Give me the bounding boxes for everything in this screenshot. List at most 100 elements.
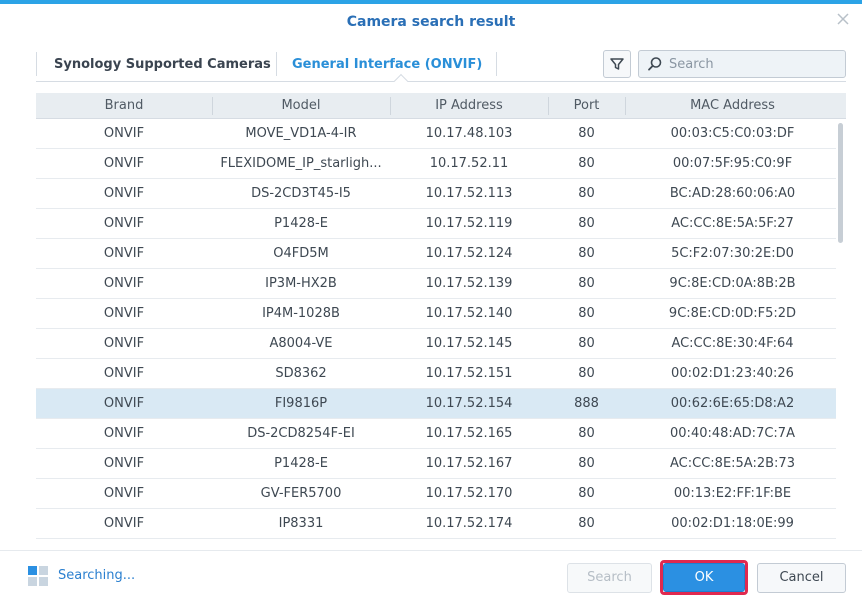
cell-mac-address: AC:CC:8E:5A:5F:27: [671, 216, 794, 231]
cell-ip-address: 10.17.52.140: [425, 306, 513, 321]
cell-brand: ONVIF: [103, 336, 145, 351]
search-box[interactable]: [638, 50, 846, 78]
table-row[interactable]: ONVIF P1428-E 10.17.52.167 80 AC:CC:8E:5A:2B…: [36, 449, 836, 479]
cell-ip-address: 10.17.52.145: [425, 336, 513, 351]
searching-icon-square: [28, 566, 37, 575]
cell-mac-address: 9C:8E:CD:0A:8B:2B: [669, 276, 796, 291]
tab-separator: [276, 52, 277, 76]
cell-ip-address: 10.17.52.113: [425, 186, 513, 201]
filter-button[interactable]: [603, 50, 631, 78]
cell-ip-address: 10.17.48.103: [425, 126, 513, 141]
table-row[interactable]: ONVIF FI9816P 10.17.52.154 888 00:62:6E:65:D…: [36, 389, 836, 419]
table-header: Brand Model IP Address Port MAC Address: [36, 93, 846, 119]
search-button[interactable]: Search: [567, 563, 652, 593]
cell-port: 80: [578, 186, 595, 201]
column-header-brand[interactable]: Brand: [36, 93, 212, 119]
tab-synology-supported-cameras[interactable]: Synology Supported Cameras: [40, 50, 285, 80]
table-row[interactable]: ONVIF FLEXIDOME_IP_starligh... 10.17.52.11…: [36, 149, 836, 179]
table-row[interactable]: ONVIF P1428-E 10.17.52.119 80 AC:CC:8E:5A:5F…: [36, 209, 836, 239]
column-header-mac-address[interactable]: MAC Address: [625, 93, 840, 119]
cell-mac-address: 00:40:48:AD:7C:7A: [670, 426, 795, 441]
cell-model: P1428-E: [274, 456, 328, 471]
table-row[interactable]: ONVIF GV-FER5700 10.17.52.170 80 00:13:E2:FF…: [36, 479, 836, 509]
cell-model: FLEXIDOME_IP_starligh...: [220, 156, 382, 171]
cell-ip-address: 10.17.52.124: [425, 246, 513, 261]
cell-brand: ONVIF: [103, 156, 145, 171]
cell-ip-address: 10.17.52.165: [425, 426, 513, 441]
table-row[interactable]: ONVIF IP4M-1028B 10.17.52.140 80 9C:8E:CD:0D…: [36, 299, 836, 329]
cell-model: IP3M-HX2B: [265, 276, 337, 291]
cell-port: 888: [574, 396, 599, 411]
filter-icon: [610, 58, 624, 70]
table-row[interactable]: ONVIF IP3M-HX2B 10.17.52.139 80 9C:8E:CD:0A:…: [36, 269, 836, 299]
cell-ip-address: 10.17.52.167: [425, 456, 513, 471]
search-icon: [648, 57, 662, 71]
cell-brand: ONVIF: [103, 216, 145, 231]
table-row[interactable]: ONVIF A8004-VE 10.17.52.145 80 AC:CC:8E:30:4…: [36, 329, 836, 359]
cell-model: P1428-E: [274, 216, 328, 231]
column-header-ip-address[interactable]: IP Address: [390, 93, 548, 119]
dialog-top-accent: [0, 0, 862, 4]
cell-model: IP8331: [278, 516, 324, 531]
cell-port: 80: [578, 156, 595, 171]
cell-mac-address: 00:13:E2:FF:1F:BE: [673, 486, 792, 501]
cell-port: 80: [578, 486, 595, 501]
tab-separator: [36, 52, 37, 76]
table-row[interactable]: ONVIF DS-2CD8254F-EI 10.17.52.165 80 00:40:4…: [36, 419, 836, 449]
cell-ip-address: 10.17.52.174: [425, 516, 513, 531]
footer-divider: [0, 550, 862, 551]
tab-general-interface-onvif[interactable]: General Interface (ONVIF): [278, 50, 496, 80]
table-row[interactable]: ONVIF SD8362 10.17.52.151 80 00:02:D1:23:40:…: [36, 359, 836, 389]
cell-mac-address: 00:02:D1:23:40:26: [671, 366, 794, 381]
cell-brand: ONVIF: [103, 306, 145, 321]
cell-port: 80: [578, 366, 595, 381]
cell-brand: ONVIF: [103, 366, 145, 381]
cell-port: 80: [578, 216, 595, 231]
table-body: ONVIF MOVE_VD1A-4-IR 10.17.48.103 80 00:03:C…: [36, 119, 846, 539]
table-row[interactable]: ONVIF DS-2CD3T45-I5 10.17.52.113 80 BC:AD:28…: [36, 179, 836, 209]
cell-mac-address: AC:CC:8E:5A:2B:73: [670, 456, 795, 471]
cell-model: MOVE_VD1A-4-IR: [245, 126, 357, 141]
table-row[interactable]: ONVIF MOVE_VD1A-4-IR 10.17.48.103 80 00:03:C…: [36, 119, 836, 149]
cell-mac-address: 00:62:6E:65:D8:A2: [670, 396, 795, 411]
cell-ip-address: 10.17.52.11: [429, 156, 509, 171]
cell-model: SD8362: [275, 366, 327, 381]
searching-icon-square: [39, 577, 48, 586]
cell-model: GV-FER5700: [260, 486, 342, 501]
cell-mac-address: BC:AD:28:60:06:A0: [669, 186, 796, 201]
cell-mac-address: 9C:8E:CD:0D:F5:2D: [668, 306, 797, 321]
cell-mac-address: 00:07:5F:95:C0:9F: [672, 156, 793, 171]
camera-results-table: Brand Model IP Address Port MAC Address …: [36, 93, 846, 543]
close-icon[interactable]: [834, 10, 852, 28]
cell-ip-address: 10.17.52.119: [425, 216, 513, 231]
search-input[interactable]: [669, 56, 839, 72]
cell-ip-address: 10.17.52.139: [425, 276, 513, 291]
cell-brand: ONVIF: [103, 246, 145, 261]
cancel-button[interactable]: Cancel: [757, 563, 846, 593]
cell-ip-address: 10.17.52.154: [425, 396, 513, 411]
table-row[interactable]: ONVIF O4FD5M 10.17.52.124 80 5C:F2:07:30:2E:…: [36, 239, 836, 269]
cell-brand: ONVIF: [103, 126, 145, 141]
scrollbar-thumb[interactable]: [838, 123, 843, 243]
searching-icon-square: [28, 577, 37, 586]
searching-icon: [28, 566, 48, 586]
ok-button[interactable]: OK: [663, 563, 745, 592]
cell-model: DS-2CD8254F-EI: [247, 426, 355, 441]
cell-mac-address: 5C:F2:07:30:2E:D0: [671, 246, 794, 261]
column-header-model[interactable]: Model: [212, 93, 390, 119]
cell-mac-address: AC:CC:8E:30:4F:64: [671, 336, 794, 351]
cell-model: FI9816P: [274, 396, 328, 411]
searching-icon-square: [39, 566, 48, 575]
cell-mac-address: 00:03:C5:C0:03:DF: [670, 126, 795, 141]
cell-brand: ONVIF: [103, 426, 145, 441]
column-header-port[interactable]: Port: [548, 93, 625, 119]
cell-brand: ONVIF: [103, 486, 145, 501]
search-status-text: Searching...: [58, 568, 136, 583]
cell-brand: ONVIF: [103, 516, 145, 531]
dialog-title: Camera search result: [346, 14, 516, 30]
cell-port: 80: [578, 126, 595, 141]
cell-port: 80: [578, 246, 595, 261]
cell-model: A8004-VE: [269, 336, 333, 351]
cell-brand: ONVIF: [103, 276, 145, 291]
table-row[interactable]: ONVIF IP8331 10.17.52.174 80 00:02:D1:18:0E:…: [36, 509, 836, 539]
